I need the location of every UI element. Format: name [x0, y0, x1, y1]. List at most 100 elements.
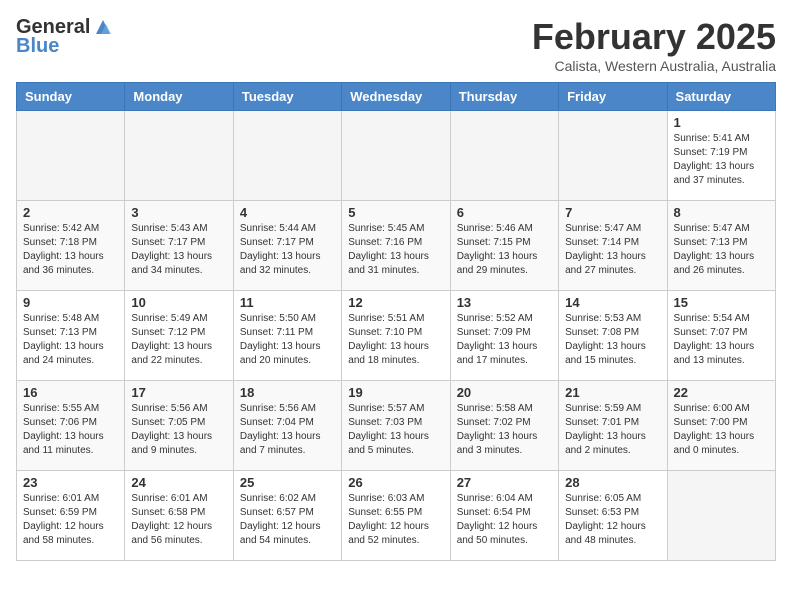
logo-blue-text: Blue	[16, 35, 59, 58]
header-wednesday: Wednesday	[342, 83, 450, 111]
cell-info: Sunrise: 5:48 AM Sunset: 7:13 PM Dayligh…	[23, 312, 118, 368]
calendar-cell	[125, 111, 233, 201]
cell-info: Sunrise: 5:49 AM Sunset: 7:12 PM Dayligh…	[131, 312, 226, 368]
day-number: 4	[240, 205, 335, 220]
calendar-cell: 21 Sunrise: 5:59 AM Sunset: 7:01 PM Dayli…	[559, 381, 667, 471]
header-friday: Friday	[559, 83, 667, 111]
calendar-cell: 14 Sunrise: 5:53 AM Sunset: 7:08 PM Dayli…	[559, 291, 667, 381]
day-number: 5	[348, 205, 443, 220]
day-number: 28	[565, 475, 660, 490]
cell-info: Sunrise: 6:04 AM Sunset: 6:54 PM Dayligh…	[457, 492, 552, 548]
cell-info: Sunrise: 6:01 AM Sunset: 6:58 PM Dayligh…	[131, 492, 226, 548]
day-number: 15	[674, 295, 769, 310]
cell-info: Sunrise: 5:53 AM Sunset: 7:08 PM Dayligh…	[565, 312, 660, 368]
calendar-cell	[233, 111, 341, 201]
location-title: Calista, Western Australia, Australia	[532, 58, 776, 74]
day-number: 11	[240, 295, 335, 310]
calendar-cell: 28 Sunrise: 6:05 AM Sunset: 6:53 PM Dayli…	[559, 471, 667, 561]
cell-info: Sunrise: 5:44 AM Sunset: 7:17 PM Dayligh…	[240, 222, 335, 278]
calendar-week-row: 1Sunrise: 5:41 AM Sunset: 7:19 PM Daylig…	[17, 111, 776, 201]
calendar-cell	[667, 471, 775, 561]
calendar-cell: 16 Sunrise: 5:55 AM Sunset: 7:06 PM Dayli…	[17, 381, 125, 471]
day-number: 24	[131, 475, 226, 490]
day-number: 2	[23, 205, 118, 220]
page-header: General Blue February 2025 Calista, West…	[16, 16, 776, 74]
cell-info: Sunrise: 5:58 AM Sunset: 7:02 PM Dayligh…	[457, 402, 552, 458]
calendar-cell: 2 Sunrise: 5:42 AM Sunset: 7:18 PM Daylig…	[17, 201, 125, 291]
cell-info: Sunrise: 5:57 AM Sunset: 7:03 PM Dayligh…	[348, 402, 443, 458]
day-number: 19	[348, 385, 443, 400]
logo: General Blue	[16, 16, 114, 58]
day-number: 14	[565, 295, 660, 310]
calendar-week-row: 23 Sunrise: 6:01 AM Sunset: 6:59 PM Dayli…	[17, 471, 776, 561]
day-number: 21	[565, 385, 660, 400]
calendar-cell: 8Sunrise: 5:47 AM Sunset: 7:13 PM Daylig…	[667, 201, 775, 291]
day-number: 26	[348, 475, 443, 490]
cell-info: Sunrise: 6:01 AM Sunset: 6:59 PM Dayligh…	[23, 492, 118, 548]
calendar-week-row: 9Sunrise: 5:48 AM Sunset: 7:13 PM Daylig…	[17, 291, 776, 381]
calendar-cell: 26Sunrise: 6:03 AM Sunset: 6:55 PM Dayli…	[342, 471, 450, 561]
cell-info: Sunrise: 5:47 AM Sunset: 7:13 PM Dayligh…	[674, 222, 769, 278]
calendar-cell: 10 Sunrise: 5:49 AM Sunset: 7:12 PM Dayli…	[125, 291, 233, 381]
calendar-cell: 3 Sunrise: 5:43 AM Sunset: 7:17 PM Daylig…	[125, 201, 233, 291]
calendar-cell: 24 Sunrise: 6:01 AM Sunset: 6:58 PM Dayli…	[125, 471, 233, 561]
calendar-cell: 1Sunrise: 5:41 AM Sunset: 7:19 PM Daylig…	[667, 111, 775, 201]
month-title: February 2025	[532, 16, 776, 58]
cell-info: Sunrise: 5:51 AM Sunset: 7:10 PM Dayligh…	[348, 312, 443, 368]
title-area: February 2025 Calista, Western Australia…	[532, 16, 776, 74]
cell-info: Sunrise: 6:05 AM Sunset: 6:53 PM Dayligh…	[565, 492, 660, 548]
calendar-cell: 9Sunrise: 5:48 AM Sunset: 7:13 PM Daylig…	[17, 291, 125, 381]
day-number: 13	[457, 295, 552, 310]
calendar-cell: 27 Sunrise: 6:04 AM Sunset: 6:54 PM Dayli…	[450, 471, 558, 561]
calendar-cell: 15 Sunrise: 5:54 AM Sunset: 7:07 PM Dayli…	[667, 291, 775, 381]
day-number: 25	[240, 475, 335, 490]
header-monday: Monday	[125, 83, 233, 111]
calendar-cell	[17, 111, 125, 201]
cell-info: Sunrise: 5:45 AM Sunset: 7:16 PM Dayligh…	[348, 222, 443, 278]
day-number: 12	[348, 295, 443, 310]
day-number: 7	[565, 205, 660, 220]
cell-info: Sunrise: 5:47 AM Sunset: 7:14 PM Dayligh…	[565, 222, 660, 278]
cell-info: Sunrise: 5:41 AM Sunset: 7:19 PM Dayligh…	[674, 132, 769, 188]
cell-info: Sunrise: 5:52 AM Sunset: 7:09 PM Dayligh…	[457, 312, 552, 368]
day-number: 27	[457, 475, 552, 490]
cell-info: Sunrise: 5:56 AM Sunset: 7:05 PM Dayligh…	[131, 402, 226, 458]
cell-info: Sunrise: 5:59 AM Sunset: 7:01 PM Dayligh…	[565, 402, 660, 458]
cell-info: Sunrise: 6:02 AM Sunset: 6:57 PM Dayligh…	[240, 492, 335, 548]
calendar-cell: 7 Sunrise: 5:47 AM Sunset: 7:14 PM Daylig…	[559, 201, 667, 291]
header-sunday: Sunday	[17, 83, 125, 111]
day-number: 23	[23, 475, 118, 490]
cell-info: Sunrise: 5:50 AM Sunset: 7:11 PM Dayligh…	[240, 312, 335, 368]
calendar-header-row: Sunday Monday Tuesday Wednesday Thursday…	[17, 83, 776, 111]
calendar-cell: 6 Sunrise: 5:46 AM Sunset: 7:15 PM Daylig…	[450, 201, 558, 291]
logo-icon	[92, 16, 114, 38]
day-number: 18	[240, 385, 335, 400]
calendar-week-row: 16 Sunrise: 5:55 AM Sunset: 7:06 PM Dayli…	[17, 381, 776, 471]
calendar-cell: 5 Sunrise: 5:45 AM Sunset: 7:16 PM Daylig…	[342, 201, 450, 291]
cell-info: Sunrise: 5:54 AM Sunset: 7:07 PM Dayligh…	[674, 312, 769, 368]
calendar-cell: 12 Sunrise: 5:51 AM Sunset: 7:10 PM Dayli…	[342, 291, 450, 381]
day-number: 6	[457, 205, 552, 220]
calendar-cell: 20 Sunrise: 5:58 AM Sunset: 7:02 PM Dayli…	[450, 381, 558, 471]
cell-info: Sunrise: 6:00 AM Sunset: 7:00 PM Dayligh…	[674, 402, 769, 458]
day-number: 10	[131, 295, 226, 310]
calendar-cell: 17Sunrise: 5:56 AM Sunset: 7:05 PM Dayli…	[125, 381, 233, 471]
day-number: 22	[674, 385, 769, 400]
day-number: 16	[23, 385, 118, 400]
cell-info: Sunrise: 5:42 AM Sunset: 7:18 PM Dayligh…	[23, 222, 118, 278]
header-thursday: Thursday	[450, 83, 558, 111]
calendar-cell: 11 Sunrise: 5:50 AM Sunset: 7:11 PM Dayli…	[233, 291, 341, 381]
header-tuesday: Tuesday	[233, 83, 341, 111]
header-saturday: Saturday	[667, 83, 775, 111]
calendar-cell	[450, 111, 558, 201]
cell-info: Sunrise: 5:55 AM Sunset: 7:06 PM Dayligh…	[23, 402, 118, 458]
cell-info: Sunrise: 5:43 AM Sunset: 7:17 PM Dayligh…	[131, 222, 226, 278]
calendar-cell: 18 Sunrise: 5:56 AM Sunset: 7:04 PM Dayli…	[233, 381, 341, 471]
cell-info: Sunrise: 5:46 AM Sunset: 7:15 PM Dayligh…	[457, 222, 552, 278]
calendar-cell: 22 Sunrise: 6:00 AM Sunset: 7:00 PM Dayli…	[667, 381, 775, 471]
cell-info: Sunrise: 5:56 AM Sunset: 7:04 PM Dayligh…	[240, 402, 335, 458]
calendar-table: Sunday Monday Tuesday Wednesday Thursday…	[16, 82, 776, 561]
day-number: 20	[457, 385, 552, 400]
day-number: 3	[131, 205, 226, 220]
calendar-cell	[559, 111, 667, 201]
